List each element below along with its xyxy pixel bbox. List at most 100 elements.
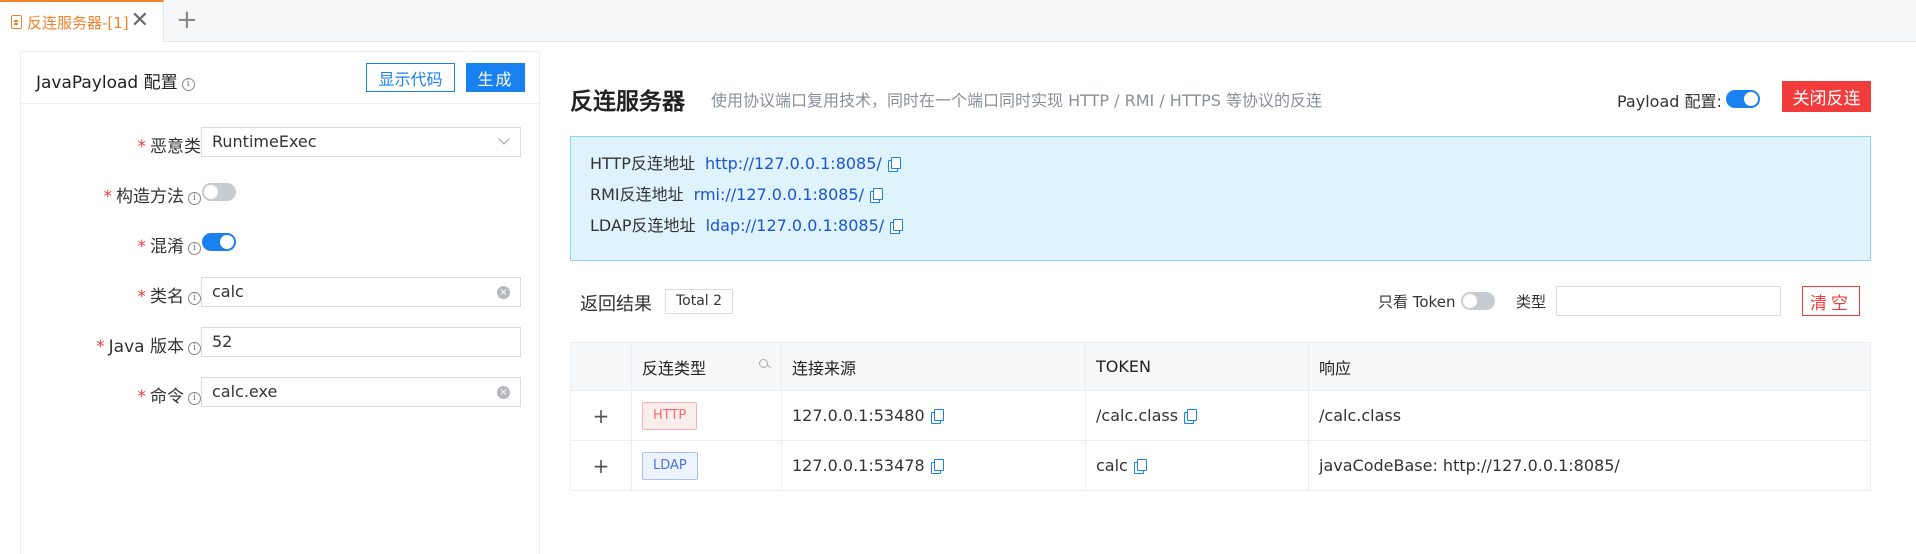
required-mark: *	[103, 187, 113, 207]
required-mark: *	[96, 337, 105, 357]
source-cell: 127.0.0.1:53480	[781, 390, 1086, 441]
rmi-address-label: RMI反连地址	[590, 185, 684, 204]
page-subtitle: 使用协议端口复用技术，同时在一个端口同时实现 HTTP / RMI / HTTP…	[711, 91, 1322, 110]
info-icon[interactable]: i	[188, 342, 201, 355]
java-version-input[interactable]: 52	[201, 327, 521, 357]
java-version-label: * Java 版本 i	[96, 332, 201, 357]
column-header-token: TOKEN	[1085, 342, 1309, 391]
payload-config-toggle[interactable]	[1726, 90, 1760, 108]
copy-icon[interactable]	[887, 157, 901, 172]
copy-icon[interactable]	[1184, 409, 1198, 424]
form-row-gadget: * 恶意类 RuntimeExec	[21, 127, 541, 159]
ctor-toggle[interactable]	[202, 183, 236, 201]
copy-icon[interactable]	[1133, 459, 1147, 474]
chevron-down-icon	[498, 133, 510, 145]
obfuscate-toggle[interactable]	[202, 233, 236, 251]
clear-icon[interactable]: ×	[497, 386, 510, 399]
copy-icon[interactable]	[870, 188, 883, 203]
clear-icon[interactable]: ×	[497, 286, 510, 299]
info-icon[interactable]: i	[188, 192, 201, 205]
total-badge: Total 2	[665, 289, 734, 314]
panel-header: JavaPayload 配置 i 显示代码 生成	[21, 52, 539, 104]
toggle-knob	[220, 235, 234, 249]
show-code-button[interactable]: 显示代码	[366, 63, 455, 92]
document-icon	[11, 15, 22, 29]
token-cell: /calc.class	[1085, 390, 1309, 441]
column-header-source: 连接来源	[781, 342, 1086, 391]
classname-label: * 类名 i	[138, 282, 201, 307]
command-value: calc.exe	[212, 382, 278, 401]
token-value: calc	[1096, 456, 1128, 475]
java-version-value: 52	[212, 332, 233, 351]
type-tag-ldap: LDAP	[642, 451, 698, 480]
ctor-label-text: 构造方法	[116, 187, 184, 207]
copy-icon[interactable]	[890, 219, 904, 234]
tab-reverse-server[interactable]: 反连服务器-[1] ✕	[0, 0, 164, 42]
gadget-select[interactable]: RuntimeExec	[201, 127, 521, 157]
ldap-address-link[interactable]: ldap://127.0.0.1:8085/	[706, 216, 885, 235]
type-filter-input[interactable]	[1556, 286, 1781, 316]
http-address-line: HTTP反连地址 http://127.0.0.1:8085/	[590, 150, 901, 174]
table-header-row: 反连类型 连接来源 TOKEN 响应	[570, 342, 1871, 391]
close-icon[interactable]: ✕	[131, 10, 149, 32]
form-row-obfuscate: * 混淆 i	[21, 227, 541, 259]
table-row: + LDAP 127.0.0.1:53478 calc javaCodeBase…	[570, 440, 1871, 491]
column-header-type: 反连类型	[631, 342, 782, 391]
token-only-toggle[interactable]	[1461, 292, 1495, 310]
add-tab-icon[interactable]: +	[176, 6, 198, 34]
type-tag-http: HTTP	[642, 401, 698, 430]
expand-icon[interactable]: +	[570, 440, 632, 491]
info-icon[interactable]: i	[188, 392, 201, 405]
tab-label: 反连服务器-[1]	[27, 13, 129, 32]
expand-icon[interactable]: +	[570, 390, 632, 441]
form-row-command: * 命令 i calc.exe ×	[21, 377, 541, 409]
clear-button[interactable]: 清空	[1802, 286, 1860, 316]
reverse-address-box: HTTP反连地址 http://127.0.0.1:8085/ RMI反连地址 rm…	[570, 136, 1871, 261]
form-row-java-version: * Java 版本 i 52	[21, 327, 541, 359]
form-row-ctor: * 构造方法 i	[21, 177, 541, 209]
rmi-address-link[interactable]: rmi://127.0.0.1:8085/	[694, 185, 864, 204]
token-only-label: 只看 Token	[1378, 293, 1456, 311]
panel-title: JavaPayload 配置 i	[36, 68, 195, 93]
form-row-classname: * 类名 i calc ×	[21, 277, 541, 309]
expand-header	[570, 342, 632, 391]
copy-icon[interactable]	[930, 409, 944, 424]
ldap-address-label: LDAP反连地址	[590, 216, 696, 235]
classname-input[interactable]: calc ×	[201, 277, 521, 307]
ldap-address-line: LDAP反连地址 ldap://127.0.0.1:8085/	[590, 212, 904, 236]
info-icon[interactable]: i	[181, 78, 195, 91]
command-input[interactable]: calc.exe ×	[201, 377, 521, 407]
token-value: /calc.class	[1096, 406, 1179, 425]
http-address-link[interactable]: http://127.0.0.1:8085/	[705, 154, 882, 173]
type-cell: HTTP	[631, 390, 782, 441]
results-label: 返回结果	[580, 294, 652, 315]
source-value: 127.0.0.1:53480	[792, 406, 925, 425]
token-cell: calc	[1085, 440, 1309, 491]
page-title: 反连服务器	[570, 89, 685, 115]
response-cell: /calc.class	[1308, 390, 1871, 441]
java-version-label-text: Java 版本	[108, 337, 184, 357]
obfuscate-label-text: 混淆	[150, 237, 184, 257]
column-header-type-label: 反连类型	[642, 358, 707, 378]
http-address-label: HTTP反连地址	[590, 154, 695, 173]
generate-button[interactable]: 生成	[466, 63, 525, 92]
javapayload-config-panel: JavaPayload 配置 i 显示代码 生成 * 恶意类 RuntimeExec…	[20, 51, 540, 554]
required-mark: *	[137, 237, 147, 257]
toggle-knob	[1744, 92, 1758, 106]
info-icon[interactable]: i	[188, 242, 201, 255]
toggle-knob	[204, 185, 218, 199]
ctor-label: * 构造方法 i	[103, 182, 201, 207]
close-reverse-button[interactable]: 关闭反连	[1782, 81, 1871, 112]
classname-label-text: 类名	[150, 287, 184, 307]
results-table: 反连类型 连接来源 TOKEN 响应 + HTTP 127.0.0.1:5348…	[570, 342, 1871, 491]
required-mark: *	[137, 137, 147, 157]
copy-icon[interactable]	[930, 459, 944, 474]
command-label: * 命令 i	[137, 382, 201, 407]
search-icon[interactable]	[759, 358, 771, 371]
response-cell: javaCodeBase: http://127.0.0.1:8085/	[1308, 440, 1871, 491]
info-icon[interactable]: i	[188, 292, 201, 305]
source-cell: 127.0.0.1:53478	[781, 440, 1086, 491]
required-mark: *	[137, 387, 147, 407]
obfuscate-label: * 混淆 i	[137, 232, 201, 257]
gadget-label-text: 恶意类	[150, 137, 201, 157]
